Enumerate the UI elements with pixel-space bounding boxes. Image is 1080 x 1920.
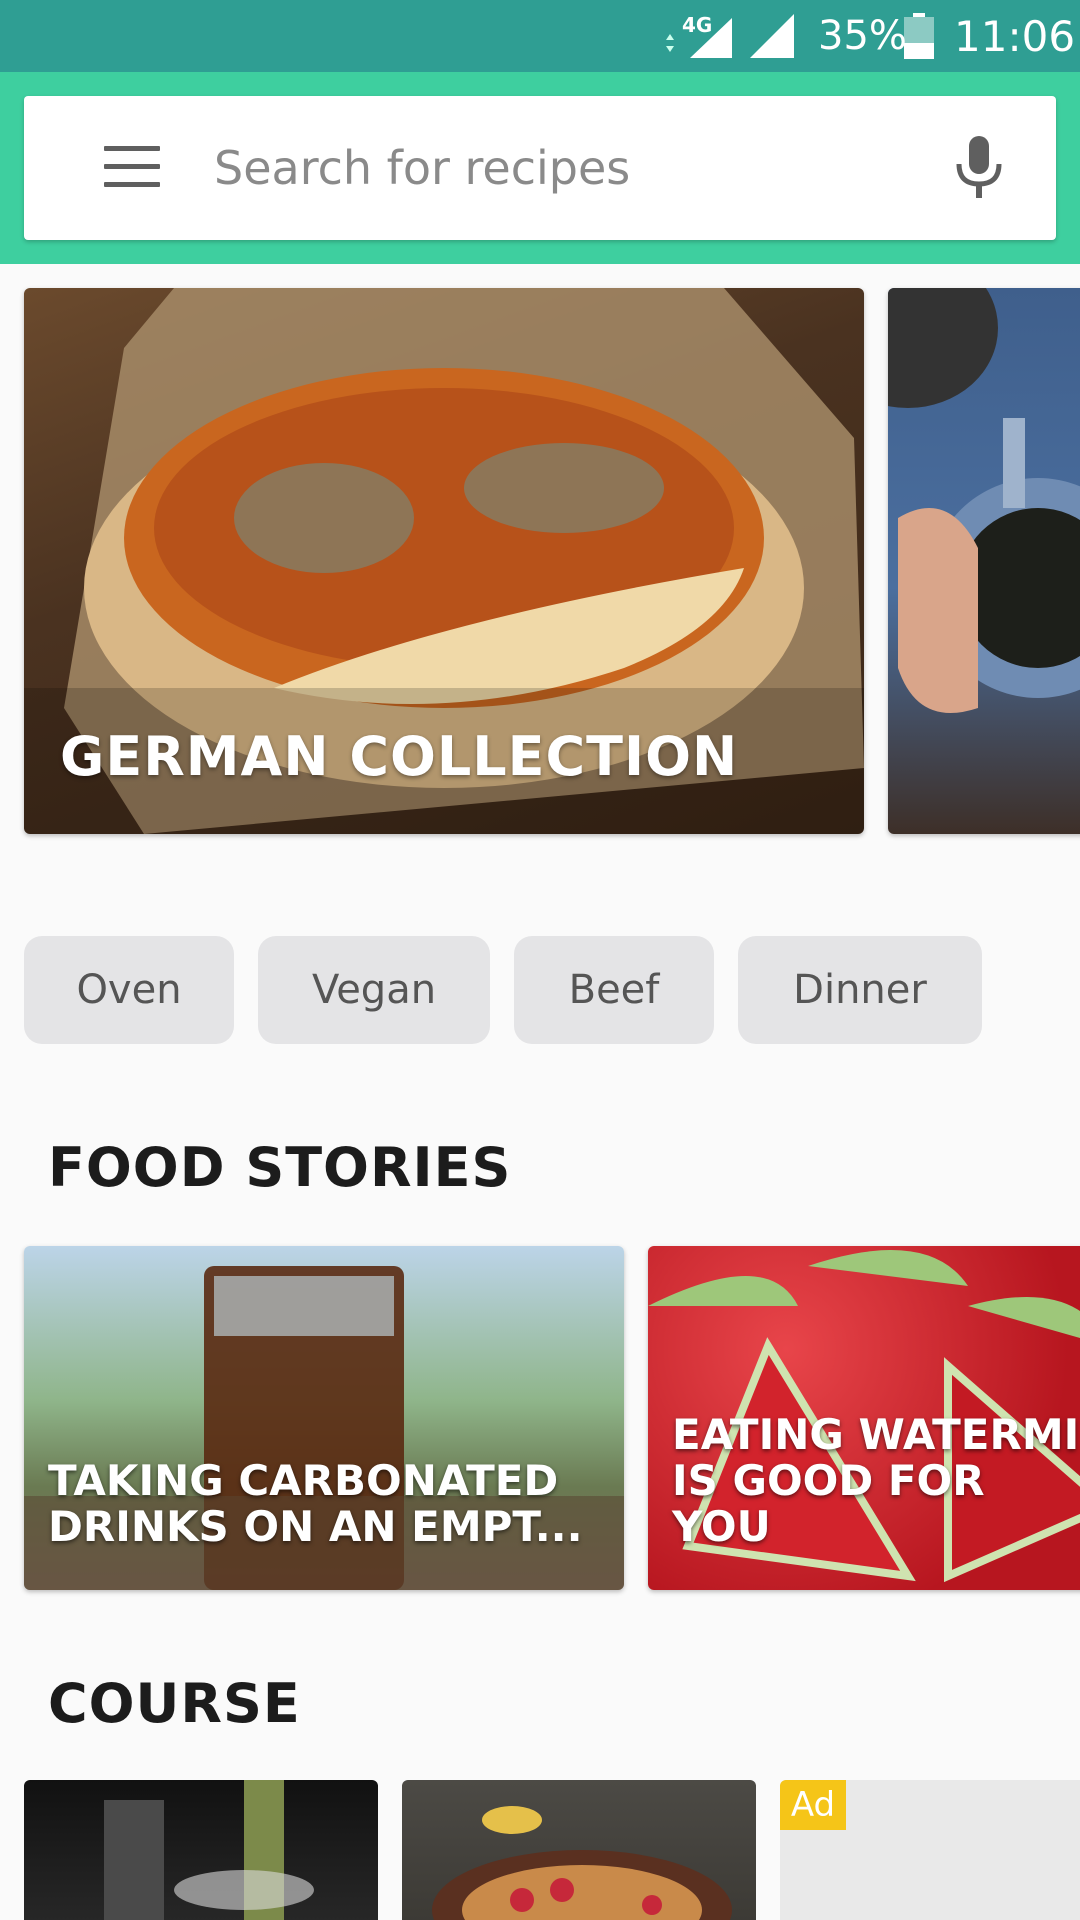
chip-vegan[interactable]: Vegan: [258, 936, 490, 1044]
status-bar: 4G 35% 11:06: [0, 0, 1080, 72]
story-card-title: TAKING CARBONATED DRINKS ON AN EMPT...: [48, 1456, 583, 1551]
hero-card-next[interactable]: [888, 288, 1080, 834]
section-title-food-stories: FOOD STORIES: [48, 1136, 512, 1199]
course-card-ad[interactable]: Ad: [780, 1780, 1080, 1920]
menu-icon[interactable]: [78, 142, 186, 196]
ad-badge: Ad: [780, 1780, 846, 1830]
course-card-dessert[interactable]: [402, 1780, 756, 1920]
story-card-watermelon[interactable]: EATING WATERMI IS GOOD FOR YOU: [648, 1246, 1080, 1590]
microphone-icon[interactable]: [944, 132, 1014, 204]
svg-text:4G: 4G: [682, 14, 712, 37]
app-bar: [0, 72, 1080, 264]
search-bar: [24, 96, 1056, 240]
hero-card-german-collection[interactable]: GERMAN COLLECTION: [24, 288, 864, 834]
clock: 11:06: [954, 11, 1076, 61]
chip-dinner[interactable]: Dinner: [738, 936, 982, 1044]
pancake-image: [432, 1806, 732, 1920]
network-4g-icon: 4G: [660, 0, 740, 72]
battery-percent: 35%: [818, 13, 907, 59]
chip-oven[interactable]: Oven: [24, 936, 234, 1044]
search-input[interactable]: [214, 132, 914, 204]
hero-card-title: GERMAN COLLECTION: [60, 725, 739, 788]
course-card-drinks[interactable]: [24, 1780, 378, 1920]
story-card-title: EATING WATERMI IS GOOD FOR YOU: [672, 1410, 1080, 1551]
section-title-course: COURSE: [48, 1672, 301, 1735]
chip-beef[interactable]: Beef: [514, 936, 714, 1044]
glass-image: [104, 1780, 314, 1920]
battery-icon: [904, 0, 934, 72]
signal-icon: [750, 0, 800, 72]
story-card-carbonated-drinks[interactable]: TAKING CARBONATED DRINKS ON AN EMPT...: [24, 1246, 624, 1590]
coffee-mug-image: [888, 288, 1080, 713]
